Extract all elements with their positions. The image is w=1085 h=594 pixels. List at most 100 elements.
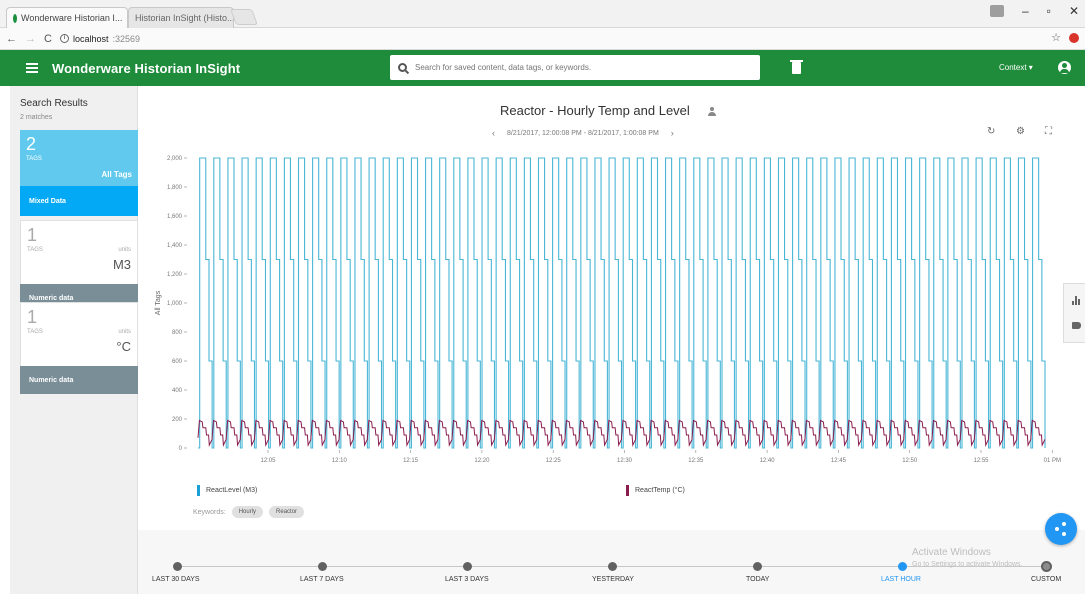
app-title: Wonderware Historian InSight xyxy=(52,60,241,76)
y-tick-label: 800 xyxy=(172,330,183,336)
chevron-left-icon[interactable]: ‹ xyxy=(492,128,495,138)
search-box[interactable] xyxy=(390,55,760,80)
y-tick-label: 1,400 xyxy=(167,243,183,249)
timeline-label[interactable]: LAST 30 DAYS xyxy=(152,576,200,583)
chart-svg[interactable]: All Tags 2,000 1,800 1,600 1,400 1,200 1,000 80… xyxy=(150,150,1070,480)
search-input[interactable] xyxy=(415,63,745,72)
legend-swatch xyxy=(197,485,200,496)
legend-label: ReactLevel (M3) xyxy=(206,487,258,494)
tag-count: 1 xyxy=(27,307,38,327)
all-tags-card[interactable]: 2 TAGS All Tags Mixed Data xyxy=(20,130,138,216)
x-tick-label: 12:20 xyxy=(474,458,490,464)
series-line-reactlevel xyxy=(198,157,1046,449)
timeline-stop[interactable] xyxy=(608,562,617,571)
x-tick-label: 12:25 xyxy=(546,458,562,464)
tag-card-level[interactable]: 1 TAGS units M3 Numeric data xyxy=(20,220,138,312)
address-bar-actions: ☆ xyxy=(1051,31,1079,44)
menu-icon[interactable] xyxy=(26,63,38,73)
timeline-stop[interactable] xyxy=(173,562,182,571)
y-tick-label: 1,200 xyxy=(167,272,183,278)
tag-icon[interactable] xyxy=(1072,322,1081,329)
url-field[interactable]: i localhost:32569 xyxy=(59,33,141,44)
y-tick-label: 0 xyxy=(179,446,183,452)
url-port: :32569 xyxy=(112,33,141,44)
minimize-icon[interactable]: – xyxy=(1022,4,1029,18)
chevron-right-icon[interactable]: › xyxy=(671,128,674,138)
keywords-row: Keywords: Hourly Reactor xyxy=(193,506,305,518)
timeline-label-active[interactable]: LAST HOUR xyxy=(881,576,921,583)
timeline-stop[interactable] xyxy=(463,562,472,571)
timeline-stop[interactable] xyxy=(753,562,762,571)
keywords-label: Keywords: xyxy=(193,508,226,516)
reload-icon[interactable]: C xyxy=(44,33,52,45)
trend-chart[interactable]: All Tags 2,000 1,800 1,600 1,400 1,200 1,000 80… xyxy=(150,150,1070,480)
all-tags-label: All Tags xyxy=(101,170,132,179)
watermark-title: Activate Windows xyxy=(912,547,991,558)
app-header: Wonderware Historian InSight Context ▾ xyxy=(0,50,1085,86)
tag-count-label: TAGS xyxy=(27,247,43,253)
timeline-label[interactable]: TODAY xyxy=(746,576,769,583)
timeline-label[interactable]: LAST 3 DAYS xyxy=(445,576,489,583)
chart-title: Reactor - Hourly Temp and Level xyxy=(500,103,690,118)
y-tick-label: 1,600 xyxy=(167,214,183,220)
tag-count: 2 xyxy=(26,134,37,154)
chart-bars-icon[interactable] xyxy=(1072,296,1081,305)
card-footer: Numeric data xyxy=(20,366,138,394)
forward-icon[interactable]: → xyxy=(25,33,36,45)
card-footer: Mixed Data xyxy=(20,186,138,216)
timeline-stop-active[interactable] xyxy=(898,562,907,571)
trash-icon[interactable] xyxy=(790,60,803,74)
legend-item-temp[interactable]: ReactTemp (°C) xyxy=(626,485,685,496)
bookmark-star-icon[interactable]: ☆ xyxy=(1051,31,1061,44)
account-icon[interactable] xyxy=(1058,61,1071,74)
x-tick-label: 12:35 xyxy=(688,458,704,464)
y-tick-label: 400 xyxy=(172,388,183,394)
fullscreen-icon[interactable]: ⛶ xyxy=(1045,126,1052,137)
units-label: units xyxy=(118,247,131,253)
window-controls: – ▫ ✕ xyxy=(989,4,1079,18)
gear-icon[interactable]: ⚙ xyxy=(1016,126,1025,137)
unit-value: °C xyxy=(116,339,131,354)
x-tick-label: 12:45 xyxy=(831,458,847,464)
timeline-label[interactable]: LAST 7 DAYS xyxy=(300,576,344,583)
wonderware-favicon-icon xyxy=(13,13,17,23)
address-bar: ← → C i localhost:32569 ☆ xyxy=(0,28,1085,50)
timeline-label[interactable]: YESTERDAY xyxy=(592,576,634,583)
x-tick-label: 01 PM xyxy=(1044,458,1061,464)
legend-swatch xyxy=(626,485,629,496)
x-tick-label: 12:05 xyxy=(260,458,276,464)
tag-count: 1 xyxy=(27,225,38,245)
browser-tab-label: Wonderware Historian I... xyxy=(21,13,123,23)
share-button[interactable] xyxy=(1045,513,1077,545)
timeline-label[interactable]: CUSTOM xyxy=(1031,576,1061,583)
profile-icon[interactable] xyxy=(989,5,1004,17)
browser-tab-active[interactable]: Wonderware Historian I... ✕ xyxy=(6,7,128,28)
search-results-sidebar: Search Results 2 matches 2 TAGS All Tags… xyxy=(10,86,138,594)
owner-user-icon[interactable] xyxy=(708,107,716,117)
close-window-icon[interactable]: ✕ xyxy=(1069,4,1079,18)
url-host: localhost xyxy=(72,33,109,44)
timeline-stop-custom[interactable] xyxy=(1041,561,1052,572)
x-tick-label: 12:50 xyxy=(902,458,918,464)
refresh-icon[interactable]: ↻ xyxy=(987,126,995,137)
extension-icon[interactable] xyxy=(1069,32,1079,43)
browser-tab[interactable]: Historian InSight (Histo... ✕ xyxy=(128,7,234,28)
legend-label: ReactTemp (°C) xyxy=(635,487,685,494)
timeline-stop[interactable] xyxy=(318,562,327,571)
context-menu-button[interactable]: Context ▾ xyxy=(999,63,1033,72)
legend-item-level[interactable]: ReactLevel (M3) xyxy=(197,485,257,496)
keyword-chip[interactable]: Hourly xyxy=(231,506,264,518)
browser-tabstrip: Wonderware Historian I... ✕ Historian In… xyxy=(0,0,1085,28)
keyword-chip[interactable]: Reactor xyxy=(269,506,305,518)
sidebar-title: Search Results xyxy=(20,98,88,109)
context-label: Context xyxy=(999,63,1027,72)
windows-activation-watermark: Activate Windows Go to Settings to activ… xyxy=(912,547,1023,568)
x-tick-label: 12:55 xyxy=(973,458,989,464)
new-tab-button[interactable] xyxy=(230,9,258,25)
x-tick-label: 12:10 xyxy=(332,458,348,464)
maximize-icon[interactable]: ▫ xyxy=(1047,4,1051,18)
back-icon[interactable]: ← xyxy=(6,33,17,45)
tag-card-temp[interactable]: 1 TAGS units °C Numeric data xyxy=(20,302,138,394)
info-icon[interactable]: i xyxy=(59,34,69,43)
search-icon xyxy=(398,63,407,72)
